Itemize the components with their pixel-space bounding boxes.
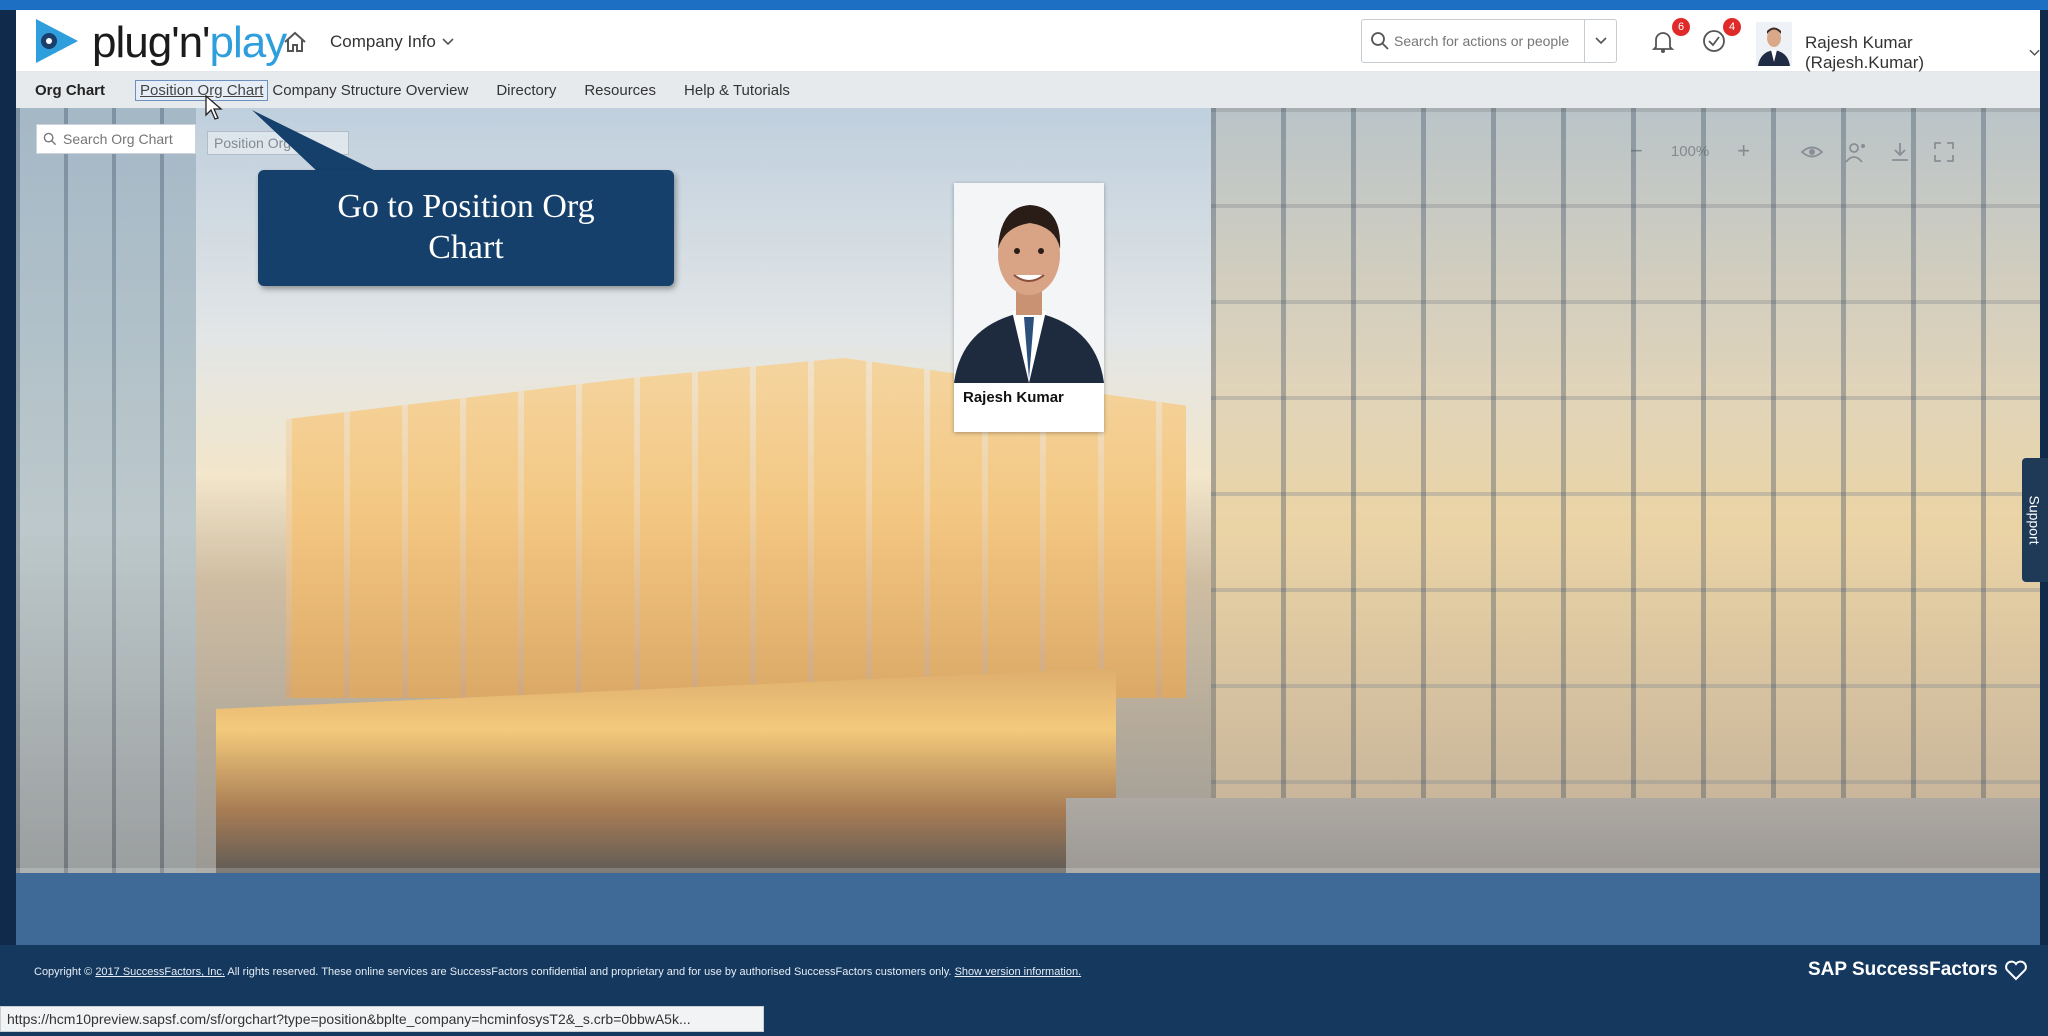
support-tab[interactable]: Support xyxy=(2022,458,2048,582)
app-logo[interactable]: plug'n'play xyxy=(32,16,287,67)
avatar[interactable] xyxy=(1756,22,1792,66)
company-info-menu[interactable]: Company Info xyxy=(330,32,454,52)
support-label: Support xyxy=(2027,495,2044,545)
user-menu[interactable]: Rajesh Kumar (Rajesh.Kumar) xyxy=(1805,33,2040,73)
company-info-label: Company Info xyxy=(330,32,436,51)
sap-successfactors-brand: SAP SuccessFactors xyxy=(1808,959,2028,981)
bell-icon xyxy=(1651,32,1675,53)
search-input[interactable] xyxy=(1394,28,1574,54)
org-chart-search-input[interactable] xyxy=(63,131,193,147)
person-portrait-icon xyxy=(954,183,1104,383)
status-url: https://hcm10preview.sapsf.com/sf/orgcha… xyxy=(7,1011,691,1027)
user-settings-icon[interactable] xyxy=(1844,140,1868,164)
tutorial-callout: Go to Position Org Chart xyxy=(258,170,674,286)
user-photo-icon xyxy=(1756,22,1792,66)
check-circle-icon xyxy=(1703,30,1725,52)
version-info-link[interactable]: Show version information. xyxy=(955,966,1082,978)
download-icon[interactable] xyxy=(1888,140,1912,164)
tab-company-structure-overview[interactable]: Company Structure Overview xyxy=(272,82,468,99)
zoom-out-button[interactable]: − xyxy=(1630,138,1643,164)
footer-band xyxy=(16,873,2040,945)
copyright-body: All rights reserved. These online servic… xyxy=(224,966,952,978)
eye-icon[interactable] xyxy=(1800,140,1824,164)
org-chart-search[interactable] xyxy=(36,124,196,154)
todo-badge: 4 xyxy=(1723,18,1741,36)
tab-directory[interactable]: Directory xyxy=(496,82,556,99)
chart-tools xyxy=(1800,140,1956,164)
chevron-down-icon xyxy=(2029,49,2040,56)
tab-position-org-chart[interactable]: Position Org Chart xyxy=(135,79,269,101)
search-scope-dropdown[interactable] xyxy=(1584,20,1616,62)
chevron-down-icon xyxy=(442,38,454,46)
chevron-down-icon xyxy=(1594,37,1607,45)
sub-navigation: Org Chart Position Org Chart Company Str… xyxy=(16,72,2040,108)
user-name-label: Rajesh Kumar (Rajesh.Kumar) xyxy=(1805,33,1925,72)
copyright-text: Copyright © 2017 SuccessFactors, Inc. Al… xyxy=(34,966,1081,978)
todo-button[interactable]: 4 xyxy=(1701,18,1741,58)
tab-resources[interactable]: Resources xyxy=(584,82,656,99)
tab-help-tutorials[interactable]: Help & Tutorials xyxy=(684,82,790,99)
zoom-in-button[interactable]: + xyxy=(1737,138,1750,164)
play-logo-icon xyxy=(36,19,78,63)
person-photo xyxy=(954,183,1104,383)
search-icon xyxy=(43,132,57,146)
tab-org-chart[interactable]: Org Chart xyxy=(35,82,105,99)
brand-text: SAP SuccessFactors xyxy=(1808,959,1998,980)
zoom-controls: − 100% + xyxy=(1630,138,1750,164)
company-link[interactable]: 2017 SuccessFactors, Inc. xyxy=(95,966,225,978)
fullscreen-icon[interactable] xyxy=(1932,140,1956,164)
shell-header: plug'n'play Company Info 6 4 Rajesh Ku xyxy=(16,10,2040,72)
person-name: Rajesh Kumar xyxy=(963,389,1064,406)
browser-status-bar: https://hcm10preview.sapsf.com/sf/orgcha… xyxy=(0,1006,764,1032)
search-icon xyxy=(1371,32,1389,50)
logo-text: plug'n'play xyxy=(92,18,287,67)
heart-icon xyxy=(2004,960,2027,981)
notifications-badge: 6 xyxy=(1672,18,1690,36)
zoom-level: 100% xyxy=(1670,142,1710,160)
top-accent-bar xyxy=(0,0,2048,10)
global-search[interactable] xyxy=(1361,19,1617,63)
mouse-cursor-icon xyxy=(205,95,223,120)
notifications-button[interactable]: 6 xyxy=(1650,18,1690,58)
home-icon[interactable] xyxy=(282,30,308,54)
copyright-prefix: Copyright © xyxy=(34,966,93,978)
callout-text: Go to Position Org Chart xyxy=(337,188,595,266)
org-chart-person-card[interactable]: Rajesh Kumar xyxy=(954,183,1104,432)
